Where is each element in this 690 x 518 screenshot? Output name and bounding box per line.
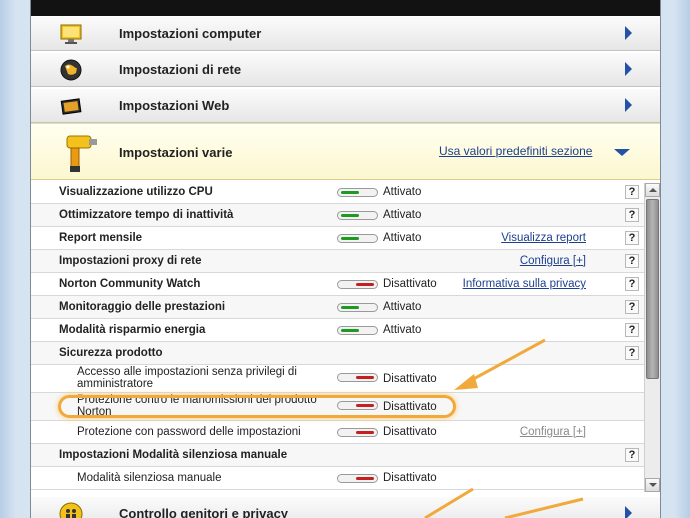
configure-link[interactable]: Configura [+] bbox=[520, 255, 586, 267]
setting-state: Attivato bbox=[383, 186, 422, 198]
monitor-icon bbox=[60, 24, 82, 44]
toggle-switch[interactable] bbox=[337, 303, 378, 312]
toggle-switch[interactable] bbox=[337, 188, 378, 197]
drill-icon bbox=[66, 135, 97, 172]
section-label: Impostazioni varie bbox=[119, 145, 233, 160]
toggle-switch[interactable] bbox=[337, 234, 378, 243]
section-label: Controllo genitori e privacy bbox=[119, 506, 289, 518]
setting-label: Accesso alle impostazioni senza privileg… bbox=[77, 366, 297, 390]
section-web-settings[interactable]: Impostazioni Web bbox=[31, 88, 660, 123]
section-label: Impostazioni Web bbox=[119, 98, 230, 113]
setting-non-admin-access: Accesso alle impostazioni senza privileg… bbox=[31, 365, 644, 393]
toggle-switch[interactable] bbox=[337, 401, 378, 410]
toggle-switch[interactable] bbox=[337, 280, 378, 289]
vertical-scrollbar[interactable] bbox=[644, 183, 660, 492]
setting-state: Disattivato bbox=[383, 401, 437, 413]
chevron-right-icon bbox=[625, 26, 632, 40]
setting-power-saving: Modalità risparmio energia Attivato ? bbox=[31, 319, 644, 342]
globe-icon bbox=[60, 59, 82, 81]
setting-label: Sicurezza prodotto bbox=[59, 347, 163, 359]
setting-tamper-protection: Protezione contro le manomissioni del pr… bbox=[31, 393, 644, 421]
help-button[interactable]: ? bbox=[625, 448, 639, 462]
help-button[interactable]: ? bbox=[625, 208, 639, 222]
scroll-up-button[interactable] bbox=[645, 183, 660, 197]
setting-state: Disattivato bbox=[383, 373, 437, 385]
setting-state: Attivato bbox=[383, 209, 422, 221]
setting-state: Disattivato bbox=[383, 426, 437, 438]
setting-state: Attivato bbox=[383, 324, 422, 336]
reset-defaults-link[interactable]: Usa valori predefiniti sezione bbox=[439, 144, 592, 158]
toggle-switch[interactable] bbox=[337, 428, 378, 437]
chevron-right-icon bbox=[625, 98, 632, 112]
setting-state: Disattivato bbox=[383, 472, 437, 484]
section-label: Impostazioni computer bbox=[119, 26, 262, 41]
setting-label: Modalità silenziosa manuale bbox=[77, 472, 222, 484]
setting-label: Protezione con password delle impostazio… bbox=[77, 426, 301, 438]
help-button[interactable]: ? bbox=[625, 346, 639, 360]
toggle-switch[interactable] bbox=[337, 373, 378, 382]
setting-label: Modalità risparmio energia bbox=[59, 324, 206, 336]
chevron-down-icon[interactable] bbox=[614, 149, 630, 156]
setting-label: Ottimizzatore tempo di inattività bbox=[59, 209, 234, 221]
setting-group-silent-mode: Impostazioni Modalità silenziosa manuale… bbox=[31, 444, 644, 467]
settings-list: Visualizzazione utilizzo CPU Attivato ? … bbox=[31, 181, 644, 493]
toggle-switch[interactable] bbox=[337, 474, 378, 483]
setting-password-protection: Protezione con password delle impostazio… bbox=[31, 421, 644, 444]
setting-proxy: Impostazioni proxy di rete Configura [+]… bbox=[31, 250, 644, 273]
setting-state: Attivato bbox=[383, 232, 422, 244]
setting-label: Protezione contro le manomissioni del pr… bbox=[77, 394, 317, 418]
section-label: Impostazioni di rete bbox=[119, 62, 242, 77]
setting-label: Visualizzazione utilizzo CPU bbox=[59, 186, 213, 198]
section-misc-settings[interactable]: Impostazioni varie Usa valori predefinit… bbox=[31, 123, 660, 180]
setting-silent-mode: Modalità silenziosa manuale Disattivato bbox=[31, 467, 644, 490]
toggle-switch[interactable] bbox=[337, 211, 378, 220]
setting-group-product-security: Sicurezza prodotto ? bbox=[31, 342, 644, 365]
setting-state: Disattivato bbox=[383, 278, 437, 290]
setting-state: Attivato bbox=[383, 301, 422, 313]
section-computer-settings[interactable]: Impostazioni computer bbox=[31, 16, 660, 51]
setting-label: Monitoraggio delle prestazioni bbox=[59, 301, 226, 313]
section-parental-privacy[interactable]: Controllo genitori e privacy bbox=[31, 496, 660, 518]
family-icon bbox=[59, 502, 83, 518]
help-button[interactable]: ? bbox=[625, 277, 639, 291]
privacy-policy-link[interactable]: Informativa sulla privacy bbox=[463, 278, 586, 290]
settings-window: Impostazioni computer Impostazioni di re… bbox=[30, 0, 661, 518]
setting-label: Impostazioni proxy di rete bbox=[59, 255, 202, 267]
scroll-thumb[interactable] bbox=[646, 199, 659, 379]
setting-community-watch: Norton Community Watch Disattivato Infor… bbox=[31, 273, 644, 296]
setting-idle-optimizer: Ottimizzatore tempo di inattività Attiva… bbox=[31, 204, 644, 227]
help-button[interactable]: ? bbox=[625, 254, 639, 268]
window-frame: Impostazioni computer Impostazioni di re… bbox=[0, 0, 690, 518]
setting-performance-monitoring: Monitoraggio delle prestazioni Attivato … bbox=[31, 296, 644, 319]
setting-monthly-report: Report mensile Attivato Visualizza repor… bbox=[31, 227, 644, 250]
help-button[interactable]: ? bbox=[625, 185, 639, 199]
help-button[interactable]: ? bbox=[625, 323, 639, 337]
chevron-right-icon bbox=[625, 62, 632, 76]
chevron-right-icon bbox=[625, 506, 632, 518]
section-network-settings[interactable]: Impostazioni di rete bbox=[31, 52, 660, 87]
setting-label: Impostazioni Modalità silenziosa manuale bbox=[59, 449, 288, 461]
view-report-link[interactable]: Visualizza report bbox=[501, 232, 586, 244]
setting-label: Norton Community Watch bbox=[59, 278, 201, 290]
setting-cpu-usage: Visualizzazione utilizzo CPU Attivato ? bbox=[31, 181, 644, 204]
title-bar bbox=[31, 0, 660, 16]
configure-link[interactable]: Configura [+] bbox=[520, 426, 586, 438]
setting-label: Report mensile bbox=[59, 232, 143, 244]
web-icon bbox=[60, 98, 82, 115]
help-button[interactable]: ? bbox=[625, 231, 639, 245]
scroll-down-button[interactable] bbox=[645, 478, 660, 492]
toggle-switch[interactable] bbox=[337, 326, 378, 335]
help-button[interactable]: ? bbox=[625, 300, 639, 314]
